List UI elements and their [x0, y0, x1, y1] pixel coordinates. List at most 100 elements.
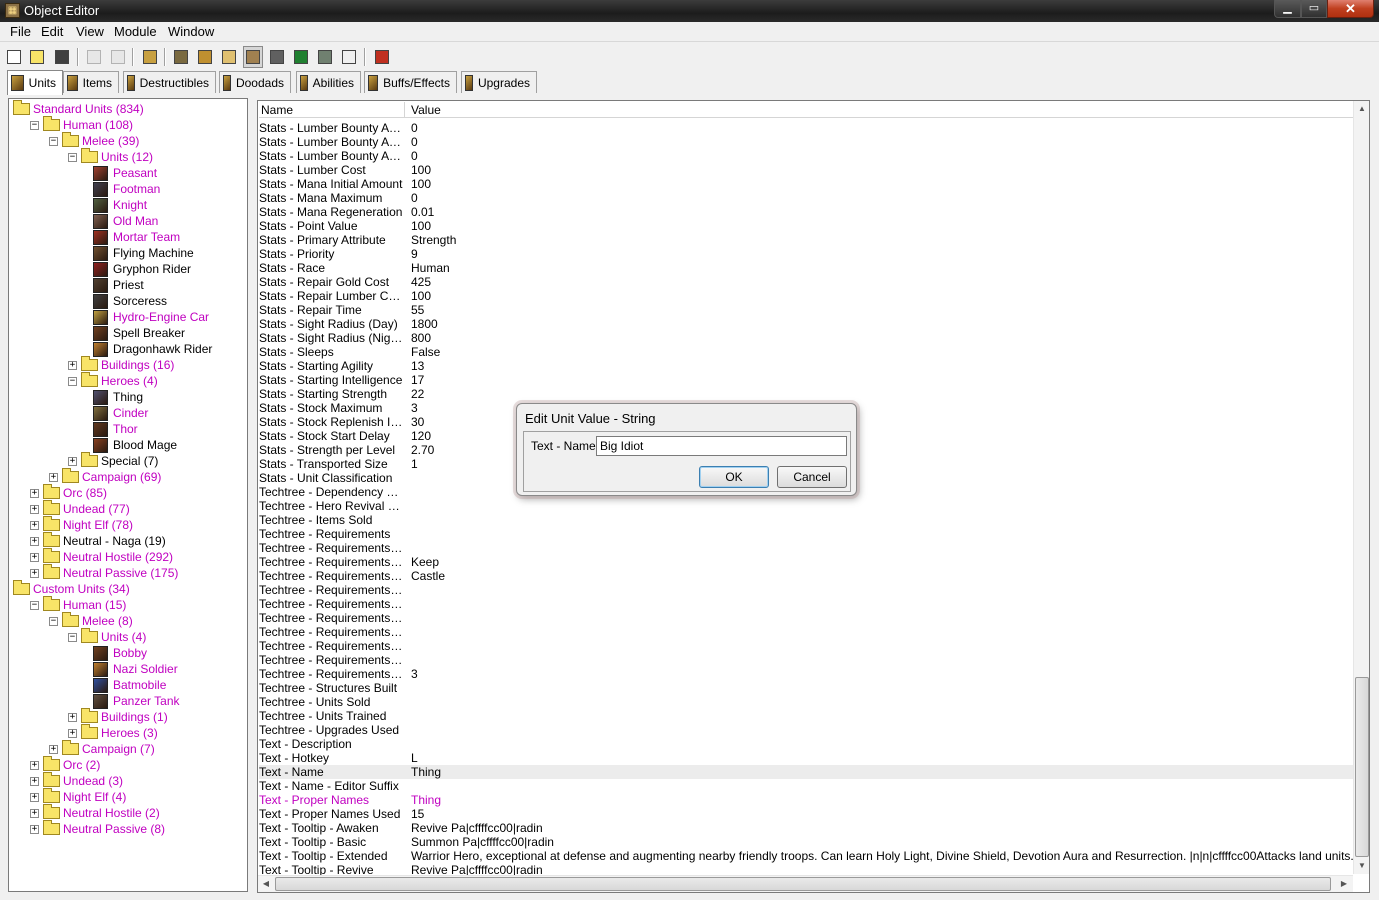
property-row[interactable]: Techtree - Requirements - Ti... — [259, 583, 1355, 597]
property-row[interactable]: Stats - Repair Lumber Cost 100 — [259, 289, 1355, 303]
campaign-editor-button[interactable] — [267, 46, 287, 68]
new-file-button[interactable] — [4, 46, 24, 68]
menu-edit[interactable]: Edit — [41, 24, 63, 39]
tree-folder-node[interactable]: + Orc (2) — [30, 756, 100, 773]
tab-upgrades[interactable]: Upgrades — [461, 71, 537, 93]
tab-abilities[interactable]: Abilities — [296, 71, 361, 93]
tab-buffs-effects[interactable]: Buffs/Effects — [364, 71, 457, 93]
tree-unit-node[interactable]: Sorceress — [93, 293, 167, 309]
menu-window[interactable]: Window — [168, 24, 214, 39]
horizontal-scroll-thumb[interactable] — [275, 877, 1331, 891]
tree-folder-node[interactable]: + Buildings (1) — [68, 708, 168, 725]
expand-icon[interactable]: + — [30, 552, 39, 562]
tree-unit-node[interactable]: Panzer Tank — [93, 693, 180, 709]
scroll-up-arrow-icon[interactable]: ▲ — [1354, 101, 1370, 117]
tree-folder-node[interactable]: + Night Elf (78) — [30, 516, 133, 533]
property-row[interactable]: Stats - Starting Strength 22 — [259, 387, 1355, 401]
expand-icon[interactable]: + — [30, 536, 39, 546]
object-editor-toggle-button[interactable] — [243, 46, 263, 68]
tab-doodads[interactable]: Doodads — [219, 71, 291, 93]
collapse-icon[interactable]: − — [49, 616, 58, 626]
property-row[interactable]: Techtree - Requirements - Ti... — [259, 653, 1355, 667]
tree-unit-node[interactable]: Dragonhawk Rider — [93, 341, 212, 357]
property-row[interactable]: Text - Name - Editor Suffix — [259, 779, 1355, 793]
property-row[interactable]: Stats - Lumber Bounty Awar... 0 — [259, 135, 1355, 149]
tree-folder-node[interactable]: + Buildings (16) — [68, 356, 174, 373]
tree-folder-node[interactable]: − Heroes (4) — [68, 372, 158, 389]
tree-unit-node[interactable]: Gryphon Rider — [93, 261, 191, 277]
collapse-icon[interactable]: − — [49, 136, 58, 146]
property-row[interactable]: Techtree - Requirements - Ti... — [259, 597, 1355, 611]
expand-icon[interactable]: + — [30, 792, 39, 802]
tree-folder-node[interactable]: −Standard Units (834) — [11, 100, 144, 117]
property-row[interactable]: Stats - Lumber Bounty Awar... 0 — [259, 121, 1355, 135]
tree-unit-node[interactable]: Old Man — [93, 213, 158, 229]
object-manager-button[interactable] — [315, 46, 335, 68]
expand-icon[interactable]: + — [30, 568, 39, 578]
expand-icon[interactable]: + — [30, 808, 39, 818]
maximize-button[interactable]: ▭ — [1301, 0, 1327, 18]
property-row[interactable]: Text - Hotkey L — [259, 751, 1355, 765]
paste-button[interactable] — [108, 46, 128, 68]
property-row[interactable]: Stats - Repair Gold Cost 425 — [259, 275, 1355, 289]
property-row[interactable]: Techtree - Requirements - Ti... Keep — [259, 555, 1355, 569]
property-row[interactable]: Techtree - Requirements — [259, 527, 1355, 541]
tree-folder-node[interactable]: − Human (108) — [30, 116, 133, 133]
property-row[interactable]: Techtree - Requirements - Ti... — [259, 639, 1355, 653]
property-row[interactable]: Stats - Mana Regeneration 0.01 — [259, 205, 1355, 219]
property-row[interactable]: Techtree - Units Trained — [259, 709, 1355, 723]
expand-icon[interactable]: + — [30, 504, 39, 514]
tree-unit-node[interactable]: Priest — [93, 277, 144, 293]
tree-unit-node[interactable]: Flying Machine — [93, 245, 194, 261]
tree-folder-node[interactable]: + Neutral Passive (175) — [30, 564, 178, 581]
tree-unit-node[interactable]: Footman — [93, 181, 160, 197]
object-tree[interactable]: −Standard Units (834)−Human (108)−Melee … — [8, 98, 248, 892]
scroll-down-arrow-icon[interactable]: ▼ — [1354, 858, 1370, 874]
column-header-name[interactable]: Name — [259, 102, 405, 118]
property-row[interactable]: Stats - Point Value 100 — [259, 219, 1355, 233]
ai-editor-button[interactable] — [291, 46, 311, 68]
tree-unit-node[interactable]: Mortar Team — [93, 229, 180, 245]
expand-icon[interactable]: + — [68, 712, 77, 722]
expand-icon[interactable]: + — [30, 520, 39, 530]
expand-icon[interactable]: + — [49, 744, 58, 754]
tree-folder-node[interactable]: + Neutral Hostile (292) — [30, 548, 173, 565]
expand-icon[interactable]: + — [30, 760, 39, 770]
property-row[interactable]: Text - Proper Names Thing — [259, 793, 1355, 807]
property-row[interactable]: Text - Name Thing — [259, 765, 1355, 779]
menu-module[interactable]: Module — [114, 24, 157, 39]
tab-items[interactable]: Items — [63, 71, 119, 93]
property-row[interactable]: Stats - Sight Radius (Night) 800 — [259, 331, 1355, 345]
tree-unit-node[interactable]: Nazi Soldier — [93, 661, 178, 677]
minimize-button[interactable]: ▁ — [1274, 0, 1301, 18]
property-row[interactable]: Stats - Starting Intelligence 17 — [259, 373, 1355, 387]
tree-folder-node[interactable]: + Neutral Hostile (2) — [30, 804, 160, 821]
scroll-right-arrow-icon[interactable]: ▶ — [1336, 876, 1352, 892]
collapse-icon[interactable]: − — [30, 600, 39, 610]
collapse-icon[interactable]: − — [30, 120, 39, 130]
sound-editor-button[interactable] — [219, 46, 239, 68]
open-button[interactable] — [27, 46, 47, 68]
tree-folder-node[interactable]: + Orc (85) — [30, 484, 107, 501]
property-row[interactable]: Text - Tooltip - Awaken Revive Pa|cffffcc… — [259, 821, 1355, 835]
property-row[interactable]: Stats - Sleeps False — [259, 345, 1355, 359]
tree-unit-node[interactable]: Hydro-Engine Car — [93, 309, 209, 325]
tree-unit-node[interactable]: Peasant — [93, 165, 157, 181]
tree-folder-node[interactable]: + Night Elf (4) — [30, 788, 126, 805]
collapse-icon[interactable]: − — [68, 152, 77, 162]
tree-folder-node[interactable]: − Melee (39) — [49, 132, 139, 149]
object-editor-button[interactable] — [140, 46, 160, 68]
property-row[interactable]: Stats - Repair Time 55 — [259, 303, 1355, 317]
tree-folder-node[interactable]: + Neutral - Naga (19) — [30, 532, 166, 549]
save-button[interactable] — [52, 46, 72, 68]
property-row[interactable]: Stats - Mana Initial Amount 100 — [259, 177, 1355, 191]
tree-folder-node[interactable]: −Custom Units (34) — [11, 580, 130, 597]
property-row[interactable]: Techtree - Requirements - Ti... — [259, 611, 1355, 625]
copy-button[interactable] — [84, 46, 104, 68]
terrain-editor-button[interactable] — [171, 46, 191, 68]
expand-icon[interactable]: + — [30, 824, 39, 834]
test-map-button[interactable] — [372, 46, 392, 68]
tree-unit-node[interactable]: Thing — [93, 389, 143, 405]
property-row[interactable]: Techtree - Hero Revival Loc... — [259, 499, 1355, 513]
property-row[interactable]: Techtree - Requirements - Ti... 3 — [259, 667, 1355, 681]
